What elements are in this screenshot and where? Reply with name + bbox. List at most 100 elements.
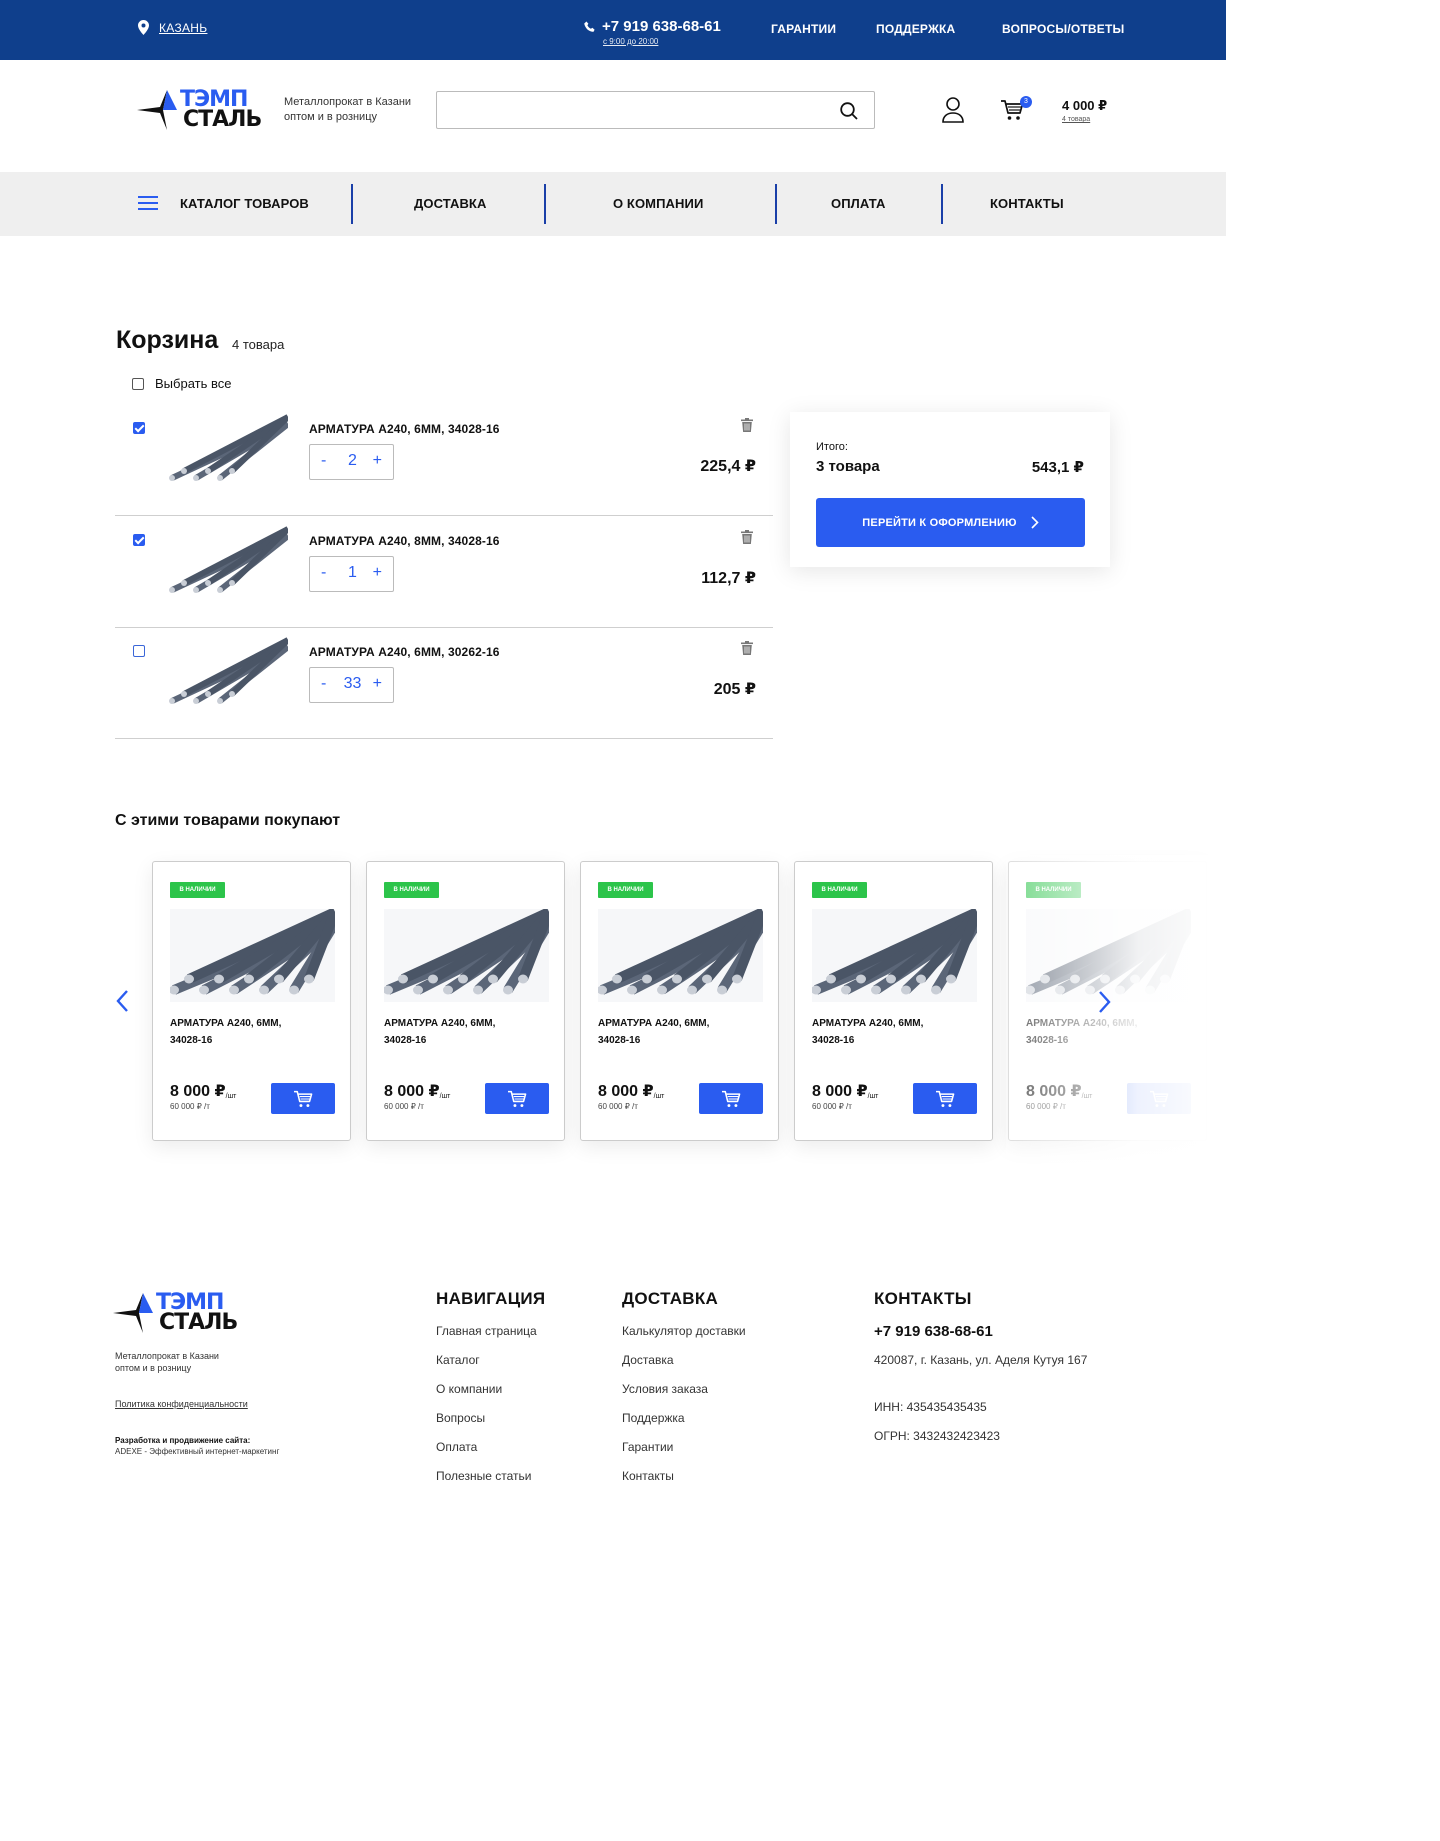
footer-link-delivery[interactable]: Доставка xyxy=(622,1353,674,1367)
product-name[interactable]: АРМАТУРА А240, 6ММ, 34028-16 xyxy=(384,1015,549,1049)
top-link-faq[interactable]: ВОПРОСЫ/ОТВЕТЫ xyxy=(1002,22,1124,36)
search-input[interactable] xyxy=(437,92,817,128)
nav-contacts[interactable]: КОНТАКТЫ xyxy=(990,196,1064,211)
checkout-label[interactable]: ПЕРЕЙТИ К ОФОРМЛЕНИЮ xyxy=(862,517,1016,529)
carousel-next-icon[interactable] xyxy=(1098,990,1112,1014)
qty-plus-button[interactable]: + xyxy=(373,675,382,693)
select-all-checkbox[interactable] xyxy=(132,377,144,390)
item-checkbox[interactable] xyxy=(133,645,145,657)
item-name[interactable]: АРМАТУРА А240, 6ММ, 30262-16 xyxy=(309,645,500,659)
product-price-per-ton: 60 000 ₽ /т xyxy=(598,1102,638,1111)
item-name[interactable]: АРМАТУРА А240, 6ММ, 34028-16 xyxy=(309,422,500,436)
rebar-end xyxy=(304,974,314,984)
product-card[interactable]: В НАЛИЧИИ АРМАТУРА А240, 6ММ, 34028-16 8 … xyxy=(366,861,565,1141)
product-price: 8 000 ₽/шт xyxy=(598,1083,665,1100)
main-nav: КАТАЛОГ ТОВАРОВ ДОСТАВКА О КОМПАНИИ ОПЛА… xyxy=(0,172,1226,236)
cart-icon xyxy=(294,1090,313,1107)
top-link-support[interactable]: ПОДДЕРЖКА xyxy=(876,22,955,36)
search-icon[interactable] xyxy=(840,102,858,120)
footer-phone[interactable]: +7 919 638-68-61 xyxy=(874,1323,993,1340)
add-to-cart-button[interactable] xyxy=(485,1083,549,1114)
product-image xyxy=(598,909,763,1002)
privacy-policy-link[interactable]: Политика конфиденциальности xyxy=(115,1399,248,1409)
add-to-cart-button[interactable] xyxy=(699,1083,763,1114)
rebar-end xyxy=(1085,985,1095,995)
product-price-per-ton: 60 000 ₽ /т xyxy=(812,1102,852,1111)
rebar-end xyxy=(169,475,175,481)
footer-link-catalog[interactable]: Каталог xyxy=(436,1353,480,1367)
top-link-guarantees[interactable]: ГАРАНТИИ xyxy=(771,22,836,36)
product-card[interactable]: В НАЛИЧИИ АРМАТУРА А240, 6ММ, 34028-16 8 … xyxy=(580,861,779,1141)
phone-number[interactable]: +7 919 638-68-61 xyxy=(602,18,721,35)
footer-link-about[interactable]: О компании xyxy=(436,1382,502,1396)
item-checkbox[interactable] xyxy=(133,422,145,434)
city-name[interactable]: КАЗАНЬ xyxy=(159,21,207,35)
product-card[interactable]: В НАЛИЧИИ АРМАТУРА А240, 6ММ, 34028-16 8 … xyxy=(794,861,993,1141)
quantity-stepper: - 33 + xyxy=(309,667,394,703)
trash-icon[interactable] xyxy=(741,418,753,432)
select-all[interactable]: Выбрать все xyxy=(132,376,231,391)
developer-link[interactable]: ADEXE - Эффективный интернет-маркетинг xyxy=(115,1447,279,1456)
nav-about[interactable]: О КОМПАНИИ xyxy=(613,196,703,211)
rebar-end xyxy=(199,985,209,995)
qty-value[interactable]: 33 xyxy=(310,675,395,693)
footer-link-guarantees[interactable]: Гарантии xyxy=(622,1440,673,1454)
rebar-end xyxy=(274,974,284,984)
rebar-end xyxy=(657,985,667,995)
city-selector[interactable]: КАЗАНЬ xyxy=(138,20,207,35)
checkout-button[interactable]: ПЕРЕЙТИ К ОФОРМЛЕНИЮ xyxy=(816,498,1085,547)
footer-link-order-terms[interactable]: Условия заказа xyxy=(622,1382,708,1396)
nav-catalog[interactable]: КАТАЛОГ ТОВАРОВ xyxy=(180,196,309,211)
qty-value[interactable]: 1 xyxy=(310,564,395,582)
product-card[interactable]: В НАЛИЧИИ АРМАТУРА А240, 6ММ, 34028-16 8 … xyxy=(152,861,351,1141)
add-to-cart-button[interactable] xyxy=(271,1083,335,1114)
product-name[interactable]: АРМАТУРА А240, 6ММ, 34028-16 xyxy=(1026,1015,1191,1049)
rebar-end xyxy=(205,580,211,586)
trash-icon[interactable] xyxy=(741,530,753,544)
rebar-end xyxy=(732,974,742,984)
rebar-end xyxy=(169,587,175,593)
rebar-end xyxy=(518,974,528,984)
cart-icon xyxy=(722,1090,741,1107)
product-price: 8 000 ₽/шт xyxy=(170,1083,237,1100)
nav-payment[interactable]: ОПЛАТА xyxy=(831,196,885,211)
footer-link-calculator[interactable]: Калькулятор доставки xyxy=(622,1324,746,1338)
footer-link-payment[interactable]: Оплата xyxy=(436,1440,477,1454)
product-name[interactable]: АРМАТУРА А240, 6ММ, 34028-16 xyxy=(812,1015,977,1049)
nav-divider xyxy=(544,184,546,224)
rebar-end xyxy=(916,974,926,984)
footer-link-articles[interactable]: Полезные статьи xyxy=(436,1469,531,1483)
carousel-prev-icon[interactable] xyxy=(115,989,129,1013)
item-checkbox[interactable] xyxy=(133,534,145,546)
footer-logo[interactable]: ТЭМП СТАЛЬ xyxy=(113,1290,243,1335)
qty-value[interactable]: 2 xyxy=(310,452,395,470)
add-to-cart-button[interactable] xyxy=(913,1083,977,1114)
trash-icon[interactable] xyxy=(741,641,753,655)
in-stock-badge: В НАЛИЧИИ xyxy=(384,882,439,898)
item-name[interactable]: АРМАТУРА А240, 8ММ, 34028-16 xyxy=(309,534,500,548)
rebar-end xyxy=(871,985,881,995)
qty-plus-button[interactable]: + xyxy=(373,564,382,582)
qty-plus-button[interactable]: + xyxy=(373,452,382,470)
cart-sum[interactable]: 4 000 ₽ xyxy=(1062,98,1107,114)
menu-icon[interactable] xyxy=(138,195,158,211)
footer-link-contacts[interactable]: Контакты xyxy=(622,1469,674,1483)
user-icon[interactable] xyxy=(942,97,964,123)
add-to-cart-button[interactable] xyxy=(1127,1083,1191,1114)
nav-delivery[interactable]: ДОСТАВКА xyxy=(414,196,486,211)
footer-link-home[interactable]: Главная страница xyxy=(436,1324,537,1338)
cart-item-count[interactable]: 4 товара xyxy=(1062,116,1090,123)
rebar-end xyxy=(642,974,652,984)
product-name[interactable]: АРМАТУРА А240, 6ММ, 34028-16 xyxy=(170,1015,335,1049)
header-phone[interactable]: +7 919 638-68-61 с 9:00 до 20:00 xyxy=(584,18,721,46)
site-logo[interactable]: ТЭМП СТАЛЬ xyxy=(137,87,267,132)
search-box[interactable] xyxy=(436,91,875,129)
cart-item: АРМАТУРА А240, 6ММ, 34028-16 - 2 + 225,4… xyxy=(115,404,773,516)
footer-link-support[interactable]: Поддержка xyxy=(622,1411,685,1425)
in-stock-badge: В НАЛИЧИИ xyxy=(170,882,225,898)
product-name[interactable]: АРМАТУРА А240, 6ММ, 34028-16 xyxy=(598,1015,763,1049)
rebar-end xyxy=(229,691,235,697)
select-all-label[interactable]: Выбрать все xyxy=(155,376,231,391)
footer-link-questions[interactable]: Вопросы xyxy=(436,1411,485,1425)
rebar-end xyxy=(687,985,697,995)
